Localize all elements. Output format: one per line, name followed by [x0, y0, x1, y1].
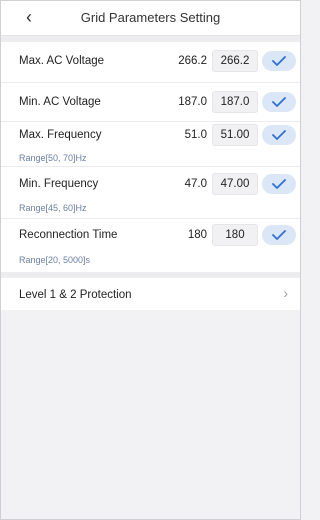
protection-label: Level 1 & 2 Protection: [19, 289, 132, 301]
check-icon: [272, 130, 286, 140]
param-label: Max. Frequency: [19, 129, 102, 141]
param-row-max-frequency: Max. Frequency 51.0 51.00 Range[50, 70]H…: [1, 122, 300, 166]
header-bar: ‹ Grid Parameters Setting: [1, 1, 300, 36]
param-input[interactable]: 266.2: [212, 50, 258, 72]
chevron-right-icon: ›: [283, 285, 288, 301]
check-icon: [272, 179, 286, 189]
param-row-min-ac-voltage: Min. AC Voltage 187.0 187.0: [1, 83, 300, 121]
param-label: Min. Frequency: [19, 178, 99, 190]
param-row-reconnection-time: Reconnection Time 180 180 Range[20, 5000…: [1, 219, 300, 269]
param-label: Reconnection Time: [19, 229, 118, 241]
confirm-button[interactable]: [262, 225, 296, 245]
param-current-value: 47.0: [184, 178, 207, 190]
param-current-value: 180: [187, 229, 207, 241]
param-range: Range[45, 60]Hz: [19, 203, 87, 213]
confirm-button[interactable]: [262, 125, 296, 145]
param-input[interactable]: 187.0: [212, 91, 258, 113]
param-input[interactable]: 51.00: [212, 124, 258, 146]
check-icon: [272, 56, 286, 66]
param-range: Range[50, 70]Hz: [19, 153, 87, 163]
param-label: Min. AC Voltage: [19, 96, 101, 108]
param-current-value: 51.0: [184, 129, 207, 141]
level-protection-row[interactable]: Level 1 & 2 Protection ›: [1, 278, 300, 310]
page-title: Grid Parameters Setting: [80, 10, 221, 25]
parameters-panel: Max. AC Voltage 266.2 266.2 Min. AC Volt…: [1, 42, 300, 274]
param-input[interactable]: 47.00: [212, 173, 258, 195]
param-current-value: 187.0: [178, 96, 207, 108]
confirm-button[interactable]: [262, 92, 296, 112]
param-label: Max. AC Voltage: [19, 55, 105, 67]
param-current-value: 266.2: [178, 55, 207, 67]
confirm-button[interactable]: [262, 51, 296, 71]
confirm-button[interactable]: [262, 174, 296, 194]
check-icon: [272, 97, 286, 107]
param-row-min-frequency: Min. Frequency 47.0 47.00 Range[45, 60]H…: [1, 167, 300, 213]
param-input[interactable]: 180: [212, 224, 258, 246]
check-icon: [272, 230, 286, 240]
param-range: Range[20, 5000]s: [19, 255, 91, 265]
param-row-max-ac-voltage: Max. AC Voltage 266.2 266.2: [1, 42, 300, 82]
